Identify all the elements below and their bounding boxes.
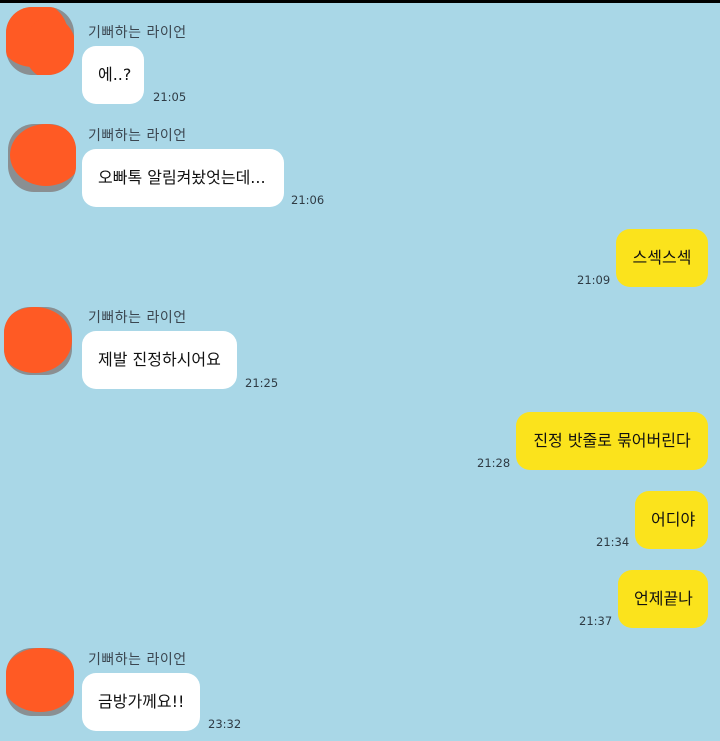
message-time: 23:32 xyxy=(208,717,242,731)
sender-name: 기뻐하는 라이언 xyxy=(88,652,187,668)
message-time: 21:34 xyxy=(596,535,630,549)
message-time: 21:05 xyxy=(153,90,187,104)
message-bubble[interactable]: 스섹스섹 xyxy=(616,229,708,287)
avatar[interactable] xyxy=(8,124,76,192)
message-bubble[interactable]: 진정 밧줄로 묶어버린다 xyxy=(516,412,708,470)
sender-name: 기뻐하는 라이언 xyxy=(88,310,187,326)
message-time: 21:37 xyxy=(579,614,613,628)
sender-name: 기뻐하는 라이언 xyxy=(88,25,187,41)
message-bubble[interactable]: 어디야 xyxy=(635,491,708,549)
chat-area: 기뻐하는 라이언 에..? 21:05 기뻐하는 라이언 오빠톡 알림켜놨엇는데… xyxy=(0,3,720,741)
message-time: 21:06 xyxy=(291,193,325,207)
message-bubble[interactable]: 제발 진정하시어요 xyxy=(82,331,237,389)
sender-name: 기뻐하는 라이언 xyxy=(88,128,187,144)
avatar[interactable] xyxy=(6,7,74,75)
avatar[interactable] xyxy=(4,307,72,375)
message-time: 21:28 xyxy=(477,456,511,470)
message-time: 21:25 xyxy=(245,376,279,390)
message-bubble[interactable]: 오빠톡 알림켜놨엇는데... xyxy=(82,149,284,207)
avatar[interactable] xyxy=(6,648,74,716)
message-time: 21:09 xyxy=(577,273,611,287)
message-bubble[interactable]: 금방가께요!! xyxy=(82,673,200,731)
message-bubble[interactable]: 언제끝나 xyxy=(618,570,708,628)
message-bubble[interactable]: 에..? xyxy=(82,46,144,104)
